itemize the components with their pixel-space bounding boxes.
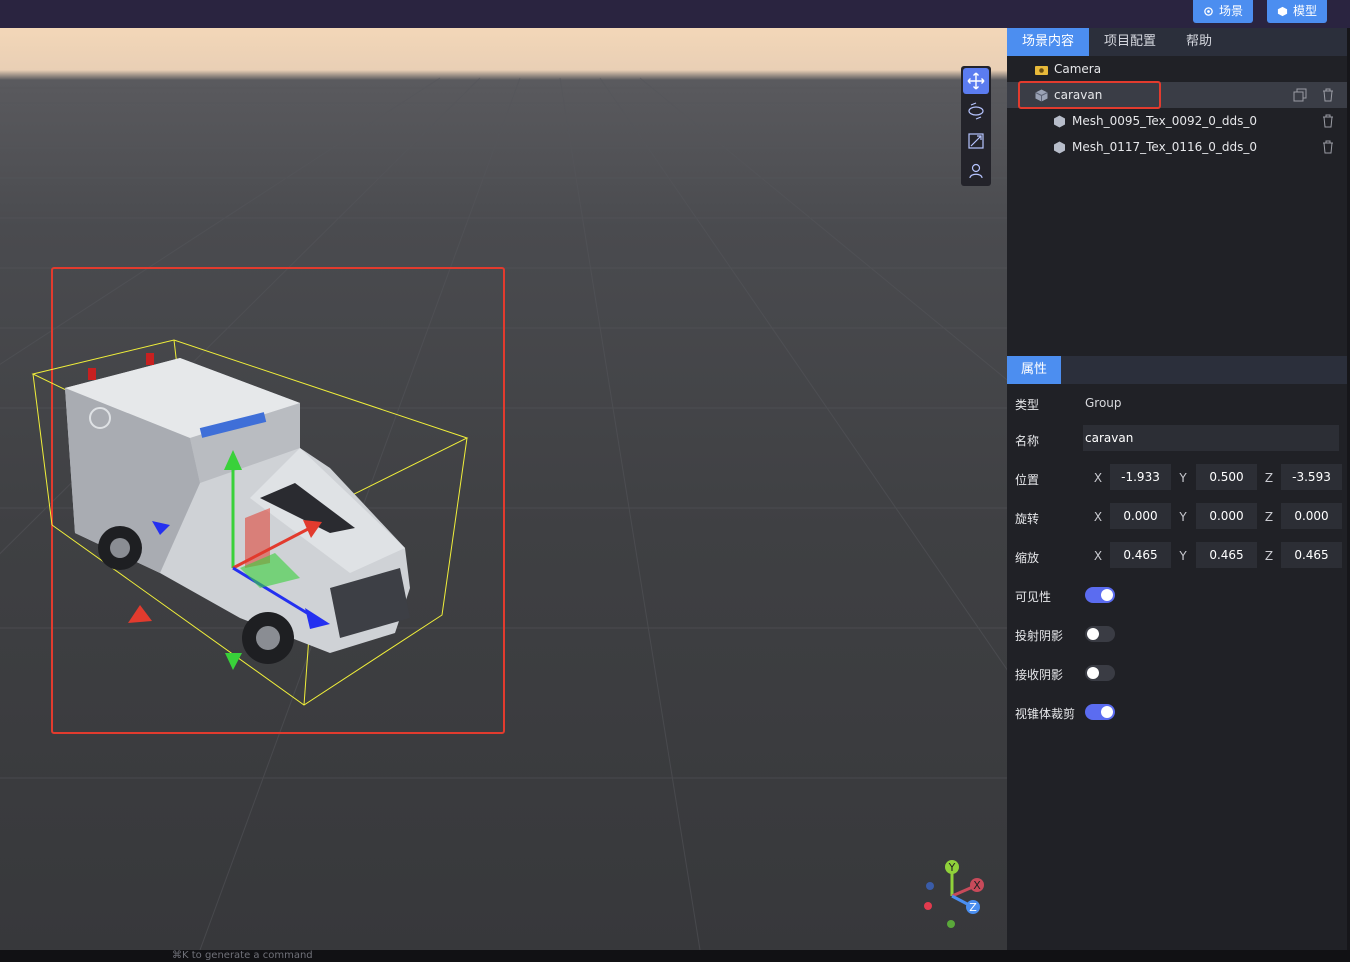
tree-item-mesh-0095[interactable]: Mesh_0095_Tex_0092_0_dds_0 xyxy=(1007,108,1347,134)
ambulance-model xyxy=(65,353,410,664)
rotate-icon xyxy=(968,102,984,120)
tree-item-label: Mesh_0095_Tex_0092_0_dds_0 xyxy=(1072,114,1257,128)
scale-y-axis: Y xyxy=(1179,549,1187,563)
rotation-z-axis: Z xyxy=(1264,510,1274,524)
axis-x-label: X xyxy=(973,879,981,892)
tab-help[interactable]: 帮助 xyxy=(1171,28,1227,56)
panel-tabs: 场景内容 项目配置 帮助 xyxy=(1007,28,1347,56)
highlight-box xyxy=(1018,81,1161,109)
3d-viewport[interactable]: Y X Z xyxy=(0,28,1007,950)
frustum-culling-toggle[interactable] xyxy=(1085,704,1115,720)
tab-properties[interactable]: 属性 xyxy=(1007,356,1061,384)
delete-icon[interactable] xyxy=(1321,114,1335,128)
move-tool[interactable] xyxy=(963,68,989,94)
scale-tool[interactable] xyxy=(963,128,989,154)
model-button-label: 模型 xyxy=(1293,4,1318,18)
user-icon xyxy=(969,163,983,179)
visible-label: 可见性 xyxy=(1015,590,1052,604)
tree-item-camera[interactable]: Camera xyxy=(1007,56,1347,82)
rotation-y-axis: Y xyxy=(1179,510,1187,524)
rotation-y-input[interactable] xyxy=(1196,503,1257,529)
cast-shadow-toggle[interactable] xyxy=(1085,626,1115,642)
scene-tree: Camera caravan Mesh_0095_Tex_0092_0_dds_… xyxy=(1007,56,1347,160)
rotation-label: 旋转 xyxy=(1015,512,1040,526)
rotation-x-axis: X xyxy=(1093,510,1103,524)
right-panel: 场景内容 项目配置 帮助 Camera caravan Mesh_0095_Te… xyxy=(1007,28,1347,950)
scale-icon xyxy=(968,133,984,149)
position-z-input[interactable] xyxy=(1281,464,1342,490)
mesh-icon xyxy=(1054,141,1065,153)
tab-project-config[interactable]: 项目配置 xyxy=(1089,28,1171,56)
mesh-icon xyxy=(1054,115,1065,127)
axis-helper: Y X Z xyxy=(924,860,984,928)
copy-icon[interactable] xyxy=(1293,88,1307,102)
user-tool[interactable] xyxy=(963,158,989,184)
rotate-tool[interactable] xyxy=(963,98,989,124)
delete-icon[interactable] xyxy=(1321,88,1335,102)
receive-shadow-toggle[interactable] xyxy=(1085,665,1115,681)
camera-icon xyxy=(1035,65,1048,75)
move-icon xyxy=(967,72,985,90)
frustum-culling-label: 视锥体裁剪 xyxy=(1015,707,1076,721)
axis-y-label: Y xyxy=(948,861,956,874)
name-label: 名称 xyxy=(1015,434,1040,448)
tree-item-caravan[interactable]: caravan xyxy=(1007,81,1347,109)
scale-label: 缩放 xyxy=(1015,551,1040,565)
cube-icon xyxy=(1277,6,1288,17)
name-input[interactable] xyxy=(1083,425,1339,451)
scale-z-input[interactable] xyxy=(1281,542,1342,568)
rotation-x-input[interactable] xyxy=(1110,503,1171,529)
position-x-axis: X xyxy=(1093,471,1103,485)
scene-icon xyxy=(1204,7,1213,16)
scale-z-axis: Z xyxy=(1264,549,1274,563)
position-label: 位置 xyxy=(1015,473,1040,487)
position-y-axis: Y xyxy=(1179,471,1187,485)
command-hint: ⌘K to generate a command xyxy=(172,950,313,961)
top-bar: 场景 模型 xyxy=(0,0,1350,28)
rotation-z-input[interactable] xyxy=(1281,503,1342,529)
transform-toolbar xyxy=(961,66,991,186)
scene-button[interactable]: 场景 xyxy=(1193,0,1254,23)
tree-item-label: Camera xyxy=(1054,62,1102,76)
visible-toggle[interactable] xyxy=(1085,587,1115,603)
scale-x-input[interactable] xyxy=(1110,542,1171,568)
tab-scene-content[interactable]: 场景内容 xyxy=(1007,28,1090,56)
properties-tabs: 属性 xyxy=(1007,356,1347,384)
axis-z-label: Z xyxy=(969,901,977,914)
cast-shadow-label: 投射阴影 xyxy=(1015,629,1064,643)
scale-x-axis: X xyxy=(1093,549,1103,563)
scene-button-label: 场景 xyxy=(1219,4,1244,18)
position-x-input[interactable] xyxy=(1110,464,1171,490)
type-value: Group xyxy=(1085,396,1122,410)
scale-y-input[interactable] xyxy=(1196,542,1257,568)
model-button[interactable]: 模型 xyxy=(1267,0,1328,23)
receive-shadow-label: 接收阴影 xyxy=(1015,668,1064,682)
tree-item-mesh-0117[interactable]: Mesh_0117_Tex_0116_0_dds_0 xyxy=(1007,134,1347,160)
position-z-axis: Z xyxy=(1264,471,1274,485)
status-bar: ⌘K to generate a command xyxy=(0,950,1350,962)
selected-model[interactable] xyxy=(0,28,1007,950)
delete-icon[interactable] xyxy=(1321,140,1335,154)
type-label: 类型 xyxy=(1015,398,1040,412)
position-y-input[interactable] xyxy=(1196,464,1257,490)
tree-item-label: Mesh_0117_Tex_0116_0_dds_0 xyxy=(1072,140,1257,154)
